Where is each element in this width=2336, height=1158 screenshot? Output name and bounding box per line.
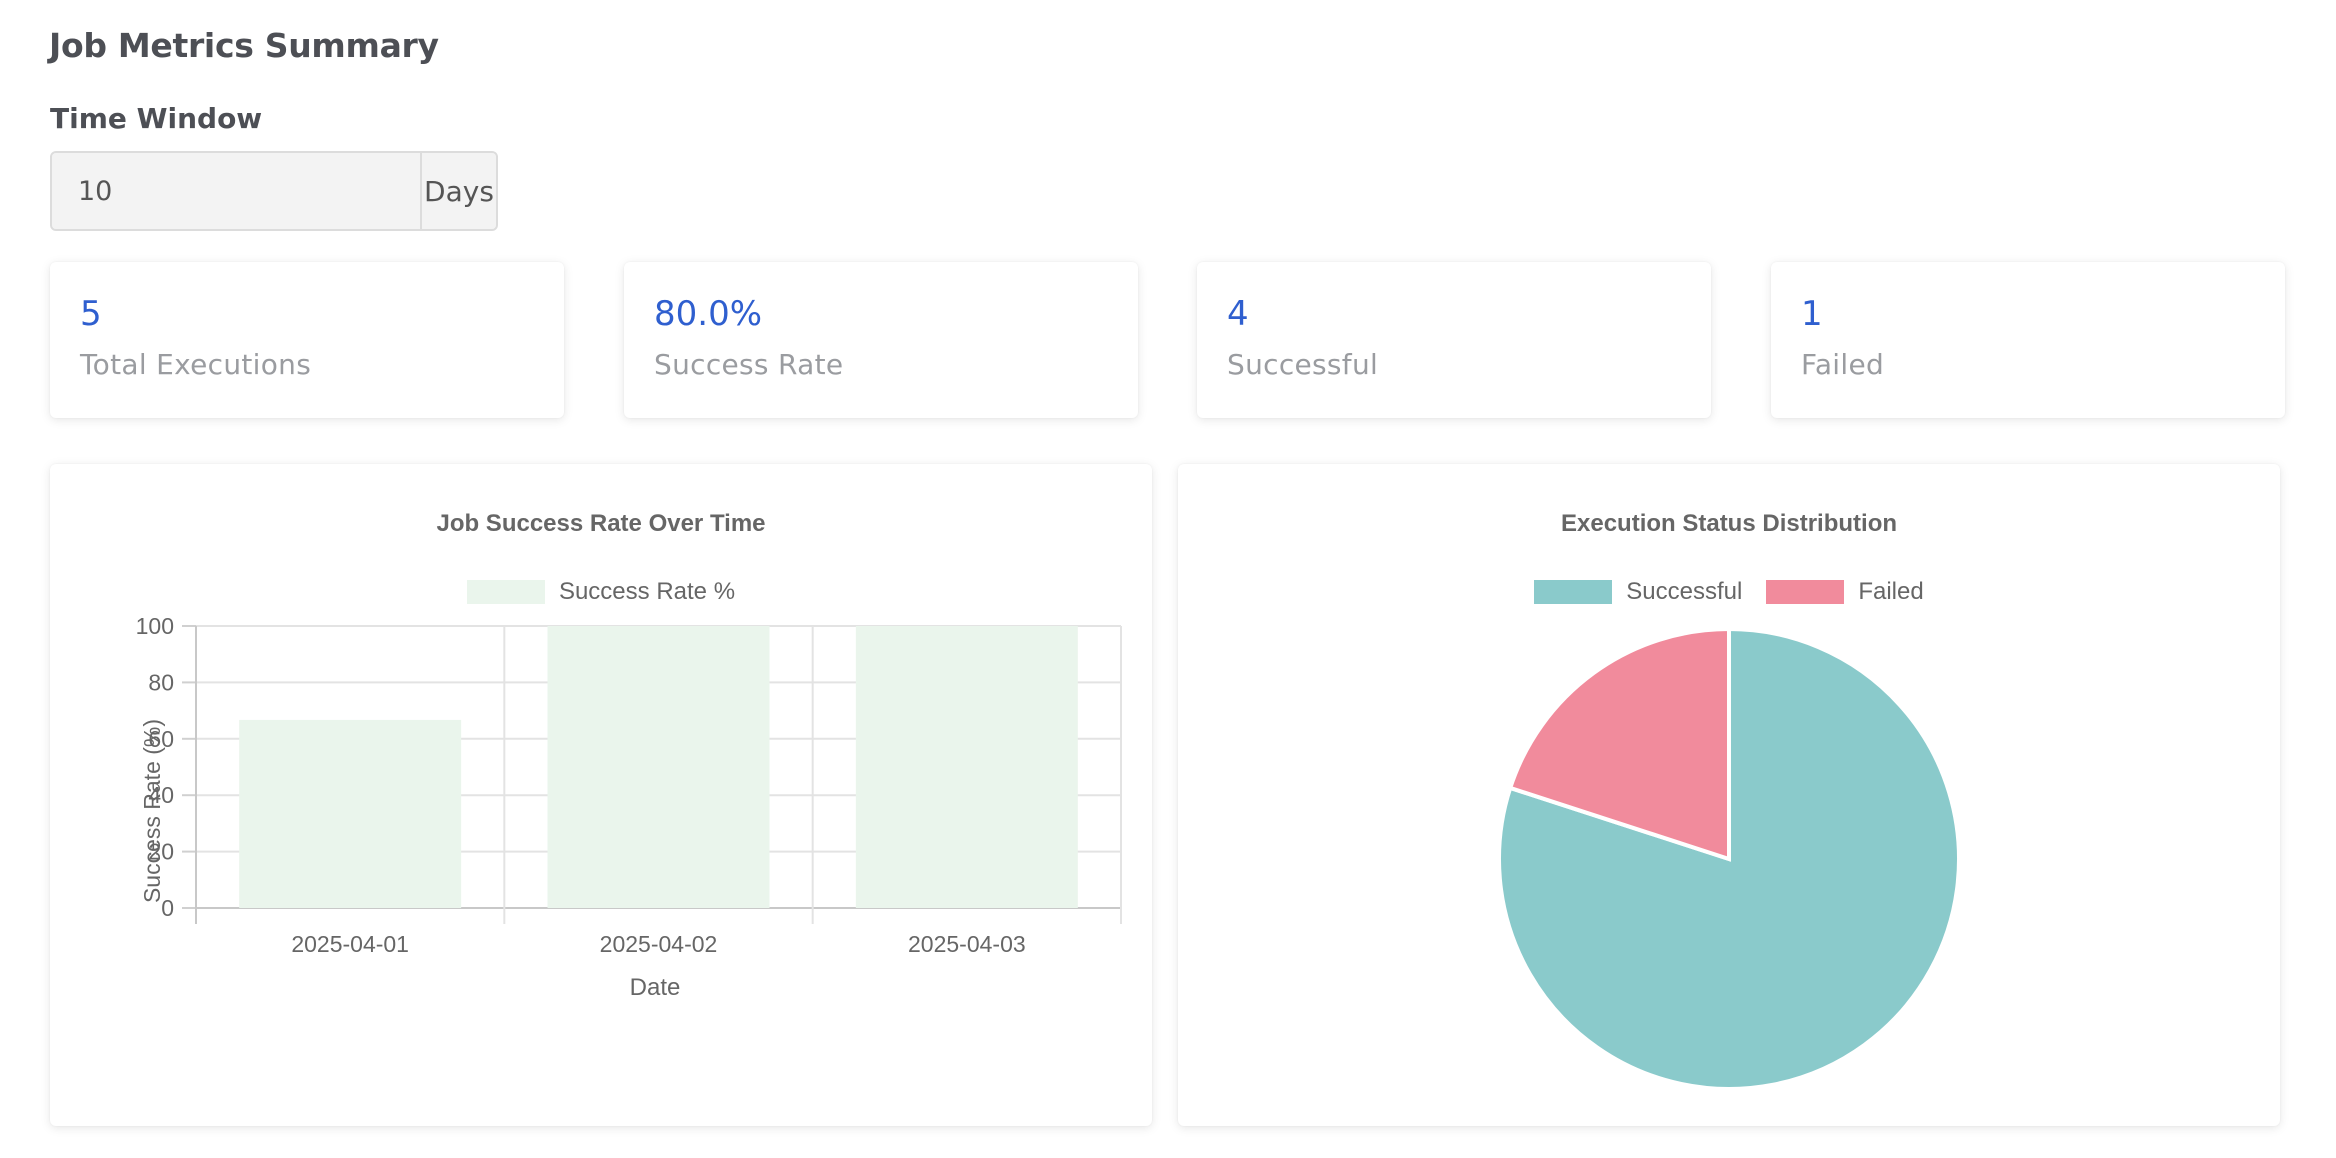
job-metrics-page: Job Metrics Summary Time Window Days 5 T… bbox=[0, 0, 2336, 1158]
bar[interactable] bbox=[547, 626, 770, 908]
y-tick-label: 40 bbox=[148, 782, 174, 808]
x-tick-label: 2025-04-03 bbox=[908, 931, 1026, 957]
stat-label: Total Executions bbox=[80, 348, 312, 381]
y-tick-label: 20 bbox=[148, 839, 174, 865]
time-window-label: Time Window bbox=[50, 102, 263, 135]
status-pie-chart bbox=[1497, 626, 1961, 1091]
time-window-input[interactable] bbox=[52, 153, 420, 229]
x-tick-label: 2025-04-01 bbox=[291, 931, 409, 957]
stat-value: 5 bbox=[80, 294, 102, 334]
stat-card-failed: 1 Failed bbox=[1771, 262, 2285, 418]
stat-card-successful: 4 Successful bbox=[1197, 262, 1711, 418]
success-rate-chart-card: Job Success Rate Over Time Success Rate … bbox=[50, 464, 1152, 1126]
stat-value: 80.0% bbox=[654, 294, 763, 334]
stat-card-success-rate: 80.0% Success Rate bbox=[624, 262, 1138, 418]
x-tick-label: 2025-04-02 bbox=[600, 931, 718, 957]
y-tick-label: 60 bbox=[148, 726, 174, 752]
stat-label: Failed bbox=[1801, 348, 1885, 381]
y-tick-label: 100 bbox=[136, 613, 174, 639]
stat-value: 4 bbox=[1227, 294, 1249, 334]
bar[interactable] bbox=[239, 719, 462, 908]
stat-card-total-executions: 5 Total Executions bbox=[50, 262, 564, 418]
y-tick-label: 80 bbox=[148, 669, 174, 695]
stat-label: Success Rate bbox=[654, 348, 844, 381]
bar[interactable] bbox=[855, 626, 1078, 908]
stat-label: Successful bbox=[1227, 348, 1379, 381]
y-tick-label: 0 bbox=[161, 895, 174, 921]
x-axis-label: Date bbox=[630, 974, 681, 1001]
time-window-input-group: Days bbox=[50, 151, 498, 231]
page-title: Job Metrics Summary bbox=[49, 26, 439, 65]
stat-value: 1 bbox=[1801, 294, 1823, 334]
status-distribution-chart-card: Execution Status Distribution Successful… bbox=[1178, 464, 2280, 1126]
success-rate-bar-chart: Success Rate (%) Date 0204060801002025-0… bbox=[136, 613, 1122, 1001]
time-window-unit: Days bbox=[420, 153, 496, 229]
